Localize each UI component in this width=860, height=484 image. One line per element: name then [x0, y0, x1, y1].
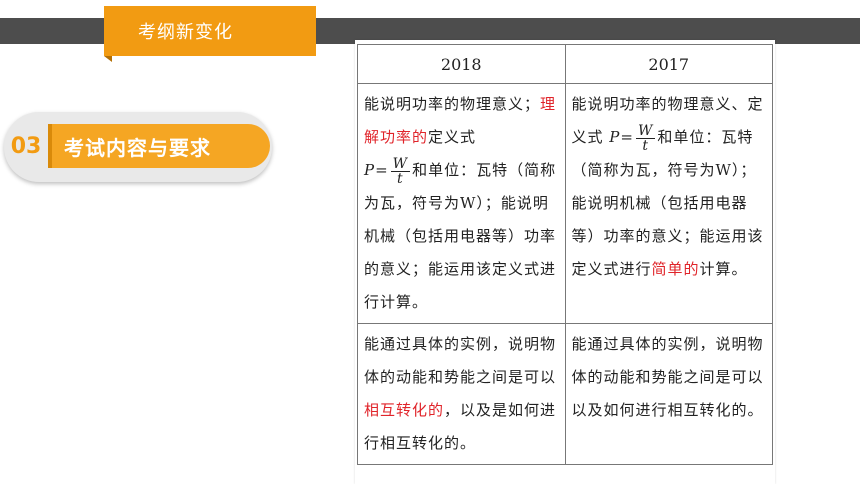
cell-text: 定义式	[428, 128, 477, 146]
cell-text: 能通过具体的实例，说明物体的动能和势能之间是可以以及如何进行相互转化的。	[571, 335, 764, 419]
cell-text: 计算。	[699, 260, 748, 278]
comparison-table-container: 2018 2017 能说明功率的物理意义；理解功率的定义式 P= Wt 和单位：瓦特…	[355, 40, 775, 484]
fraction-denominator: t	[642, 137, 649, 154]
cell-text: 能通过具体的实例，说明物体的动能和势能之间是可以	[364, 335, 557, 386]
section-title: 考试内容与要求	[64, 135, 211, 160]
fraction-denominator: t	[397, 170, 404, 187]
fraction-numerator: W	[635, 122, 656, 139]
cell-text: 和单位：瓦特（简称为瓦，符号为W）；能说明机械（包括用电器等）功率的意义；能运用…	[571, 128, 764, 278]
section-title-bar: 考试内容与要求	[48, 124, 270, 168]
header-2017: 2017	[564, 44, 773, 84]
cell-text: 能说明功率的物理意义；	[364, 95, 541, 113]
fraction-numerator: W	[390, 155, 411, 172]
formula-fraction: Wt	[635, 122, 656, 154]
table-row: 能说明功率的物理意义；理解功率的定义式 P= Wt 和单位：瓦特（简称为瓦，符号为W…	[357, 83, 773, 324]
cell-2017-power: 能说明功率的物理意义、定义式 P= Wt 和单位：瓦特（简称为瓦，符号为W）；能说明…	[564, 83, 773, 324]
header-tab-label: 考纲新变化	[138, 22, 233, 43]
highlight-text: 简单的	[651, 260, 700, 278]
table-header-row: 2018 2017	[357, 44, 773, 84]
formula-lhs: P=	[364, 161, 389, 179]
cell-2017-energy: 能通过具体的实例，说明物体的动能和势能之间是可以以及如何进行相互转化的。	[564, 323, 773, 465]
section-number: 03	[10, 133, 42, 159]
header-tab: 考纲新变化	[104, 6, 316, 62]
cell-2018-power: 能说明功率的物理意义；理解功率的定义式 P= Wt 和单位：瓦特（简称为瓦，符号为W…	[357, 83, 566, 324]
formula-fraction: Wt	[390, 155, 411, 187]
highlight-text: 相互转化的	[364, 401, 445, 419]
table-row: 能通过具体的实例，说明物体的动能和势能之间是可以相互转化的，以及是如何进行相互转…	[357, 323, 773, 465]
formula-lhs: P=	[609, 128, 634, 146]
section-badge: 03 考试内容与要求	[4, 112, 272, 182]
cell-2018-energy: 能通过具体的实例，说明物体的动能和势能之间是可以相互转化的，以及是如何进行相互转…	[357, 323, 566, 465]
header-2018: 2018	[357, 44, 566, 84]
comparison-table: 2018 2017 能说明功率的物理意义；理解功率的定义式 P= Wt 和单位：瓦特…	[357, 44, 773, 465]
